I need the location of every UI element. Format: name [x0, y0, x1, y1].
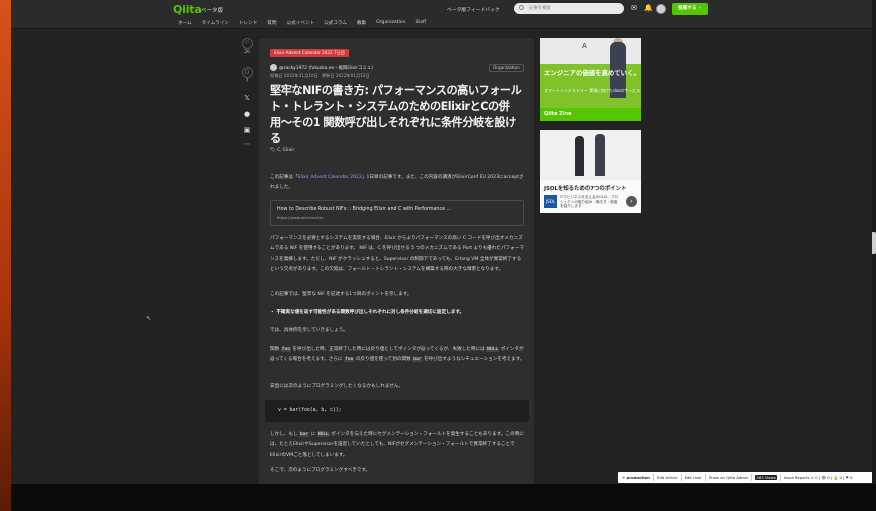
paragraph-4: 関数 foo を呼び出した時、正常終了した時には戻り値としてポインタが返ってくる… [270, 345, 525, 366]
divider [704, 474, 706, 481]
article-title: 堅牢なNIFの書き方: パフォーマンスの高いフォールト・トレラント・システムのた… [270, 84, 522, 145]
nav-item-staff[interactable]: Staff [416, 20, 427, 26]
inline-code-bar-2: bar [299, 432, 310, 437]
nav-item-timeline[interactable]: タイムライン [202, 20, 229, 26]
views-badge: 563 Views [755, 475, 777, 480]
code-line: v = bar(foo(a, b, c)); [278, 408, 342, 413]
divider [779, 474, 781, 481]
issue-reports[interactable]: Issue Reports ⚠ 0 | 👁 0 | 🔒 0 | ⚑ 0 [784, 475, 853, 480]
link-card[interactable]: How to Describe Robust NIFs: : Bridging … [270, 200, 524, 226]
ad1-headline: エンジニアの価値を高めていく。 [544, 69, 640, 77]
p4-e: を呼び出すようなシチュエーションを考えます。 [422, 357, 525, 363]
user-avatar[interactable] [656, 4, 666, 14]
mail-icon[interactable]: ✉ [631, 5, 637, 12]
inline-code-null-2: NULL [316, 432, 330, 437]
beta-label: ベータ版 [201, 8, 224, 14]
tag-list: 🏷 C, Elixir [270, 148, 294, 153]
production-toggle[interactable]: ✕ production [622, 475, 650, 480]
author-row[interactable]: @zacky1972 (fukuoka.ex・福岡Elixirコミュ) [270, 64, 373, 71]
stock-icon[interactable]: ▢ [241, 67, 253, 78]
paragraph-5: 安直には次のようにプログラミングしたくなるかもしれません。 [270, 384, 404, 389]
site-header: Qiita ベータ版 ホーム タイムライン トレンド 質問 公式イベント 公式コ… [11, 0, 872, 29]
qiita-logo[interactable]: Qiita [173, 3, 202, 16]
paragraph-6: しかし、もし bar に NULL ポインタを与えた時にセグメンテーション・フォ… [270, 430, 525, 461]
paragraph-1: パフォーマンスを必要とするシステムを実装する場合、Elixir からよりパフォー… [270, 236, 524, 273]
mouse-cursor-icon: ↖ [146, 315, 152, 322]
intro-paragraph: この記事は「Elixir Advent Calendar 2022」1日目の記事… [270, 173, 525, 194]
more-icon[interactable]: ⋯ [239, 140, 255, 148]
post-button[interactable]: 投稿する ✓ [672, 3, 708, 15]
qiita-zine-ad[interactable]: A エンジニアの価値を高めていく。 スマートインテストリー 実現に向けたdxsの… [540, 38, 641, 121]
show-on-admin-link[interactable]: Show on Qiita Admin [709, 475, 749, 480]
taskbar [11, 484, 876, 511]
bell-icon[interactable]: 🔔 [644, 5, 653, 12]
screen: Qiita ベータ版 ホーム タイムライン トレンド 質問 公式イベント 公式コ… [0, 0, 876, 511]
x-share-icon[interactable]: 𝕏 [239, 94, 255, 102]
ad-photo-area [540, 130, 641, 180]
advent-calendar-badge[interactable]: Elixir Advent Calendar 2022 7日目 [270, 49, 349, 57]
heart-icon[interactable]: ♡ [241, 38, 253, 49]
like-count: 20 [244, 50, 250, 55]
p4-b: を呼び出した時、正常終了した時には戻り値としてポインタが返ってくるが、失敗した時… [290, 347, 487, 352]
search-placeholder: 記事を検索 [529, 6, 551, 11]
nav-item-questions[interactable]: 質問 [267, 20, 276, 26]
inline-code-bar: bar [412, 357, 423, 363]
organization-badge[interactable]: Organization [489, 64, 524, 72]
divider [751, 474, 753, 481]
p4-a: 関数 [270, 347, 281, 352]
p6-a: しかし、もし [270, 432, 300, 437]
beta-feedback-link[interactable]: ベータ版フィードバック [447, 6, 500, 13]
ad-brand-logo: A [582, 42, 587, 50]
ad2-subtext: ITでビジネスを支えるJSOLの、プロジェクトの取り組み・働き方・制度を紹介しま… [560, 195, 619, 209]
tags[interactable]: C, Elixir [277, 148, 294, 153]
like-action[interactable]: ♡ 20 [239, 38, 255, 55]
author-name[interactable]: @zacky1972 (fukuoka.ex・福岡Elixirコミュ) [279, 65, 373, 71]
link-card-url: https://www.elixirconf.eu [277, 215, 324, 220]
nav-item-columns[interactable]: 公式コラム [324, 20, 347, 26]
stock-count: 7 [245, 79, 249, 84]
author-avatar[interactable] [270, 64, 277, 71]
paragraph-3: では、具体例を示していきましょう。 [270, 328, 348, 333]
qiita-page: Qiita ベータ版 ホーム タイムライン トレンド 質問 公式イベント 公式コ… [11, 0, 872, 484]
qiita-zine-label: Qiita Zine [544, 111, 572, 117]
key-point-bullet: ・ 不確実な値を返す可能性がある関数呼び出しそれぞれに対し条件分岐を適切に設定し… [270, 310, 465, 315]
qiita-zine-footer: Qiita Zine [540, 108, 641, 121]
ad2-headline: JSOLを知るための7つのポイント [544, 186, 627, 192]
edit-user-link[interactable]: Edit User [685, 475, 702, 480]
article-card: Elixir Advent Calendar 2022 7日目 @zacky19… [259, 38, 534, 484]
search-icon [519, 5, 524, 10]
p4-d: の戻り値を使って別の関数 [354, 357, 413, 363]
arrow-right-icon[interactable]: › [626, 196, 637, 207]
ad-person-right [595, 134, 605, 176]
nav-item-organization[interactable]: Organization [376, 20, 405, 26]
edit-article-link[interactable]: Edit Article [657, 475, 678, 480]
admin-production-bar: ✕ production Edit Article Edit User Show… [618, 472, 872, 483]
jsol-logo: JSOL [544, 195, 557, 208]
paragraph-7: そこで、次のようにプログラミングすべきです。 [270, 468, 371, 473]
hatena-icon[interactable]: ▣ [239, 126, 255, 134]
code-block: v = bar(foo(a, b, c)); [265, 400, 529, 422]
post-dates: 投稿日 2022年11月10日 更新日 2022年01月12日 [270, 73, 370, 78]
inline-code-foo: foo [280, 347, 291, 352]
divider [680, 474, 682, 481]
p6-b: に [309, 432, 317, 437]
advent-calendar-link[interactable]: Elixir Advent Calendar 2022 [298, 175, 362, 180]
nav-item-home[interactable]: ホーム [178, 20, 192, 26]
inline-code-foo-2: foo [344, 357, 355, 363]
paragraph-2: この記事では、堅牢な NIF を記述する1つ目のポイントを示します。 [270, 292, 412, 297]
jsol-ad[interactable]: JSOLを知るための7つのポイント JSOL ITでビジネスを支えるJSOLの、… [540, 130, 641, 213]
link-card-title: How to Describe Robust NIFs: : Bridging … [277, 207, 452, 212]
nav-item-events[interactable]: 公式イベント [287, 20, 315, 26]
facebook-icon[interactable]: ● [239, 110, 255, 118]
global-nav: ホーム タイムライン トレンド 質問 公式イベント 公式コラム 募集 Organ… [178, 20, 436, 26]
desktop-edge [0, 0, 11, 511]
intro-prefix: この記事は「 [270, 175, 298, 180]
ad1-subtext: スマートインテストリー 実現に向けたdxsのサービス [544, 88, 641, 93]
stock-action[interactable]: ▢ 7 [239, 67, 255, 84]
nav-item-trend[interactable]: トレンド [239, 20, 257, 26]
ad-person-left [575, 136, 584, 176]
nav-item-recruit[interactable]: 募集 [357, 20, 366, 26]
inline-code-null: NULL [486, 347, 500, 352]
divider [652, 474, 654, 481]
